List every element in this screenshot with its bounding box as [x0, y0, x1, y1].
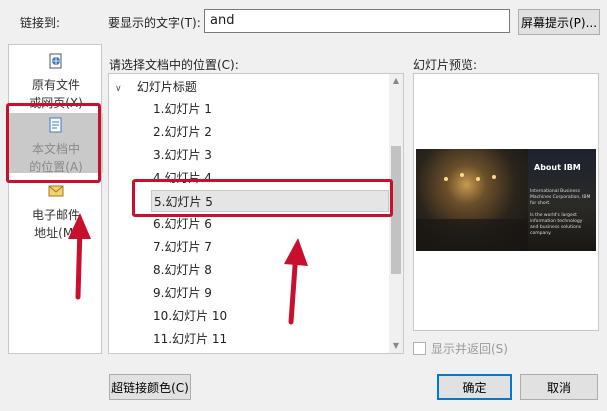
email-icon — [48, 185, 64, 197]
chevron-down-icon: ∨ — [115, 84, 122, 94]
link-type-sidebar: 原有文件 或网页(X) 本文档中 的位置(A) 电子邮件 地址(M) — [8, 44, 103, 354]
annotation-arrow-icon-right — [284, 238, 308, 325]
cancel-button[interactable]: 取消 — [520, 374, 598, 400]
list-item[interactable]: 8.幻灯片 8 — [109, 259, 391, 281]
preview-label: 幻灯片预览: — [413, 58, 478, 72]
scroll-up-icon[interactable]: ▲ — [391, 76, 401, 86]
list-item[interactable]: 1.幻灯片 1 — [109, 98, 391, 120]
checkbox-box[interactable] — [413, 342, 426, 355]
list-item[interactable]: 11.幻灯片 11 — [109, 328, 391, 350]
night-street-image — [416, 149, 528, 251]
location-label: 请选择文档中的位置(C): — [109, 58, 239, 72]
annotation-highlight-box-slide — [132, 179, 393, 217]
screen-tip-button[interactable]: 屏幕提示(P)... — [518, 9, 600, 35]
list-item[interactable]: 9.幻灯片 9 — [109, 282, 391, 304]
annotation-arrow-icon-left — [68, 213, 91, 300]
list-item[interactable]: 2.幻灯片 2 — [109, 121, 391, 143]
slide-text-1: International Business Machines Corporat… — [530, 189, 591, 206]
tree-group-label: 幻灯片标题 — [136, 80, 197, 94]
globe-page-icon — [49, 53, 62, 69]
slide-title: About IBM — [534, 163, 581, 172]
show-and-return-checkbox[interactable]: 显示并返回(S) — [413, 340, 508, 357]
ok-button[interactable]: 确定 — [437, 374, 512, 400]
display-text-value: and — [210, 13, 235, 28]
link-to-label: 链接到: — [20, 16, 61, 30]
slide-text-2: Is the world's largest information techn… — [530, 213, 583, 236]
list-item[interactable]: 10.幻灯片 10 — [109, 305, 391, 327]
display-text-input[interactable]: and — [204, 9, 510, 33]
display-text-label: 要显示的文字(T): — [108, 16, 201, 30]
hyperlink-color-button[interactable]: 超链接颜色(C) — [109, 374, 191, 400]
annotation-highlight-box-sidebar — [6, 103, 101, 183]
list-item[interactable]: 3.幻灯片 3 — [109, 144, 391, 166]
checkbox-label: 显示并返回(S) — [431, 342, 508, 356]
list-item[interactable]: 7.幻灯片 7 — [109, 236, 391, 258]
tree-group-slide-titles[interactable]: ∨ 幻灯片标题 — [115, 76, 397, 98]
scroll-down-icon[interactable]: ▼ — [391, 341, 401, 351]
slide-thumbnail: About IBM International Business Machine… — [416, 149, 596, 251]
slide-preview-panel: About IBM International Business Machine… — [413, 73, 599, 331]
